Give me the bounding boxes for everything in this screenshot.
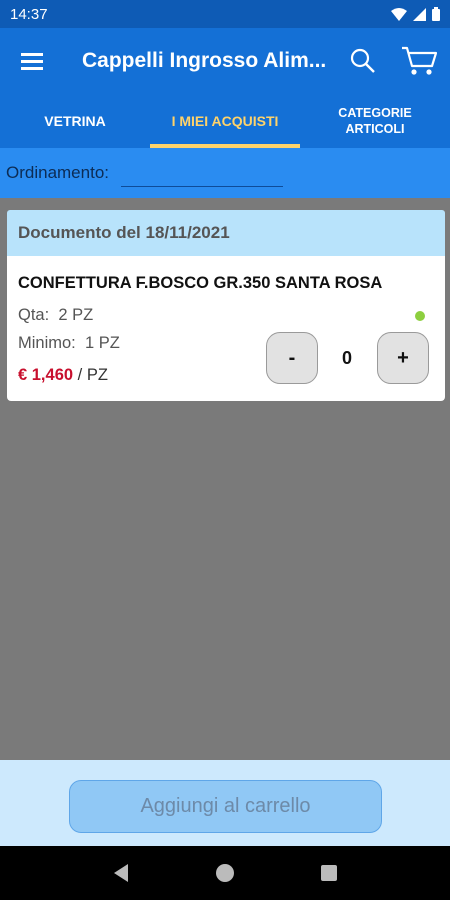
qty-label: Qta: <box>18 306 50 324</box>
price-unit: / PZ <box>77 366 108 384</box>
qty-line: Qta: 2 PZ <box>18 306 93 325</box>
sort-dropdown[interactable] <box>121 159 283 187</box>
back-icon[interactable] <box>112 863 130 883</box>
recents-icon[interactable] <box>320 864 338 882</box>
search-icon <box>350 48 375 73</box>
sort-row: Ordinamento: <box>0 148 450 198</box>
product-name: CONFETTURA F.BOSCO GR.350 SANTA ROSA <box>18 274 383 292</box>
min-value: 1 PZ <box>84 334 120 352</box>
menu-button[interactable] <box>0 28 64 94</box>
availability-dot <box>415 311 425 321</box>
system-nav-bar <box>0 846 450 900</box>
tab-vetrina[interactable]: VETRINA <box>0 94 150 148</box>
search-button[interactable] <box>338 28 388 94</box>
tab-categorie-line1: CATEGORIE <box>338 106 412 120</box>
signal-icon <box>413 7 426 21</box>
tab-categorie-articoli[interactable]: CATEGORIE ARTICOLI <box>300 94 450 148</box>
qty-value: 2 PZ <box>58 306 94 324</box>
tab-miei-acquisti[interactable]: I MIEI ACQUISTI <box>150 94 300 148</box>
status-icons <box>391 7 440 21</box>
tab-categorie-label: CATEGORIE ARTICOLI <box>338 105 411 137</box>
min-label: Minimo: <box>18 334 76 352</box>
sort-label: Ordinamento: <box>6 163 109 182</box>
price-line: € 1,460 / PZ <box>18 366 108 385</box>
status-bar: 14:37 <box>0 0 450 28</box>
hamburger-menu-icon <box>21 52 43 70</box>
increment-button[interactable]: + <box>377 332 429 384</box>
product-card: CONFETTURA F.BOSCO GR.350 SANTA ROSA Qta… <box>7 256 445 401</box>
app-title: Cappelli Ingrosso Alim... <box>82 49 327 72</box>
tab-categorie-line2: ARTICOLI <box>345 122 405 136</box>
wifi-icon <box>391 7 407 21</box>
battery-icon <box>432 7 440 21</box>
add-to-cart-button[interactable]: Aggiungi al carrello <box>69 780 382 833</box>
min-line: Minimo: 1 PZ <box>18 334 120 353</box>
home-icon[interactable] <box>215 863 235 883</box>
bottom-panel: Aggiungi al carrello <box>0 760 450 846</box>
tab-bar: VETRINA I MIEI ACQUISTI CATEGORIE ARTICO… <box>0 94 450 148</box>
app-bar: Cappelli Ingrosso Alim... <box>0 28 450 94</box>
status-time: 14:37 <box>10 5 48 23</box>
price-value: € 1,460 <box>18 366 74 384</box>
cart-icon <box>402 46 437 75</box>
document-header: Documento del 18/11/2021 <box>7 210 445 256</box>
decrement-button[interactable]: - <box>266 332 318 384</box>
cart-button[interactable] <box>388 28 450 94</box>
quantity-value: 0 <box>341 348 352 368</box>
